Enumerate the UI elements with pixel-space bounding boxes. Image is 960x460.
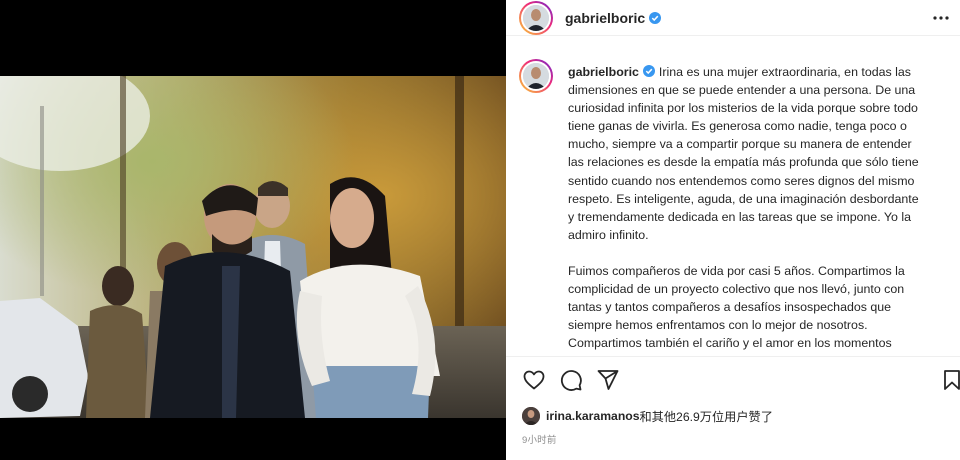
more-options-icon[interactable] — [930, 7, 952, 29]
caption-author-avatar[interactable] — [519, 59, 553, 93]
action-bar — [506, 366, 960, 394]
post-side-panel: gabrielboric gabrielboric Irina es una mu… — [506, 0, 960, 460]
post-caption: gabrielboric Irina es una mujer extraordi… — [568, 63, 928, 353]
verified-badge-icon — [649, 11, 662, 24]
bookmark-icon[interactable] — [940, 368, 960, 392]
author-username[interactable]: gabrielboric — [565, 10, 645, 26]
instagram-post-view: gabrielboric gabrielboric Irina es una mu… — [0, 0, 960, 460]
post-photo[interactable] — [0, 76, 506, 418]
caption-paragraph-2: Fuimos compañeros de vida por casi 5 año… — [568, 264, 905, 351]
liker-avatar — [522, 407, 540, 425]
verified-badge-icon — [642, 65, 655, 77]
caption-username[interactable]: gabrielboric — [568, 65, 639, 79]
post-header: gabrielboric — [506, 0, 960, 36]
post-timestamp[interactable]: 9小时前 — [522, 432, 557, 446]
caption-text-1: Irina es una mujer extraordinaria, en to… — [568, 65, 919, 242]
post-media — [0, 0, 506, 460]
comment-icon[interactable] — [559, 368, 583, 392]
author-avatar[interactable] — [519, 0, 553, 35]
heart-icon[interactable] — [522, 368, 546, 392]
likes-summary[interactable]: irina.karamanos 和其他26.9万位用户赞了 — [522, 407, 773, 425]
caption-section: gabrielboric Irina es una mujer extraordi… — [506, 37, 960, 357]
paper-plane-icon[interactable] — [596, 368, 620, 392]
likes-count-text[interactable]: 和其他26.9万位用户赞了 — [639, 407, 772, 425]
caption-paragraph-1: gabrielboric Irina es una mujer extraordi… — [568, 63, 928, 244]
liked-by-username[interactable]: irina.karamanos — [546, 409, 639, 423]
